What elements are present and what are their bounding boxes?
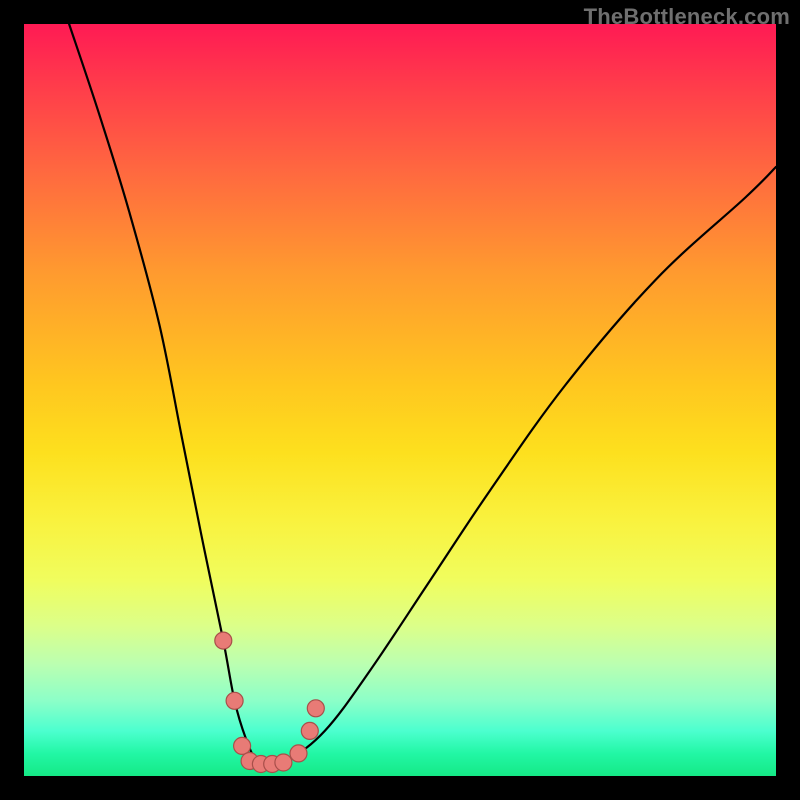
marker-dot (275, 754, 292, 771)
marker-dot (226, 692, 243, 709)
bottleneck-curve (69, 24, 776, 765)
marker-dot (307, 700, 324, 717)
marker-dot (215, 632, 232, 649)
chart-frame (24, 24, 776, 776)
marker-dot (234, 737, 251, 754)
chart-svg (24, 24, 776, 776)
watermark-text: TheBottleneck.com (584, 4, 790, 30)
markers-group (215, 632, 324, 772)
marker-dot (301, 722, 318, 739)
marker-dot (290, 745, 307, 762)
